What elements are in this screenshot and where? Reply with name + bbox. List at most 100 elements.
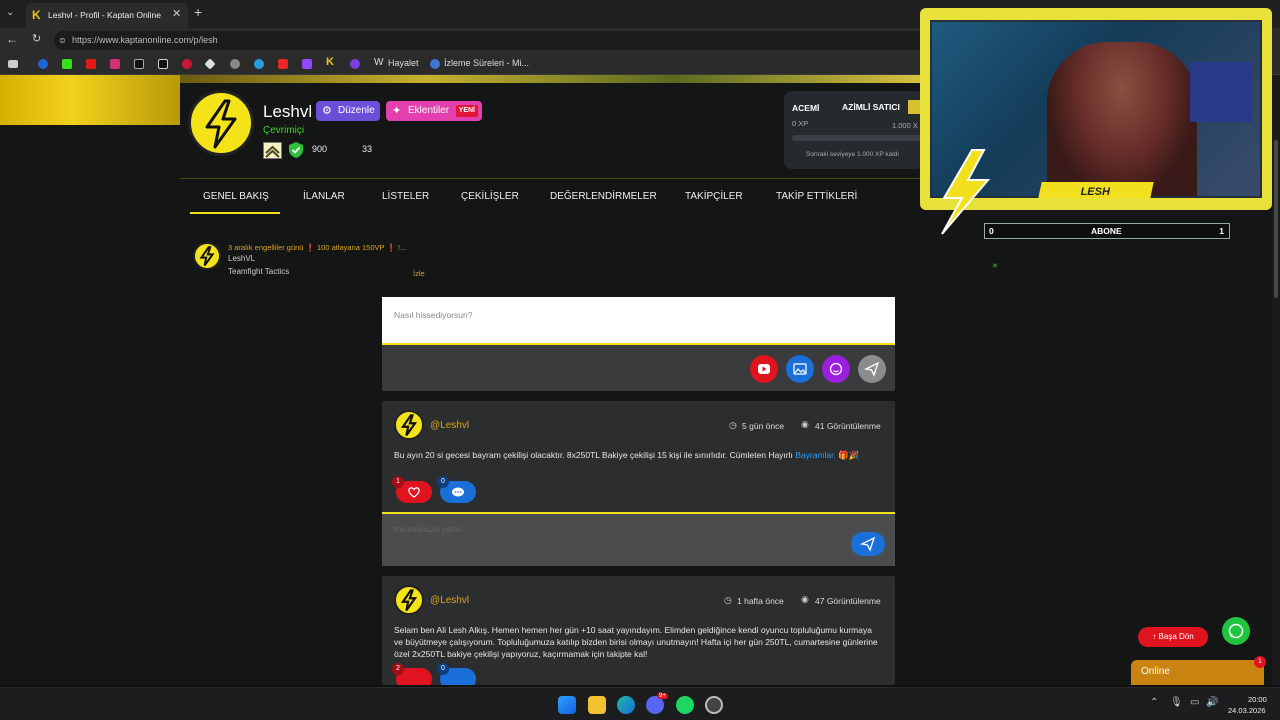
bookmark-stats-icon[interactable] xyxy=(430,59,440,69)
file-explorer-icon[interactable] xyxy=(588,696,606,714)
sub-right: 1 xyxy=(1219,226,1224,236)
composer-input[interactable]: Nasıl hissediyorsun? xyxy=(382,297,895,345)
level-next: AZİMLİ SATICI xyxy=(842,102,900,112)
close-tab-icon[interactable]: ✕ xyxy=(172,7,181,20)
active-tab-underline xyxy=(190,212,280,214)
small-close-icon[interactable]: ✕ xyxy=(992,262,998,270)
cover-strip xyxy=(180,75,920,83)
lightning-icon xyxy=(400,414,418,437)
level-xp: 0 XP xyxy=(792,119,809,128)
whatsapp-button[interactable] xyxy=(1222,617,1250,645)
composer-card: Nasıl hissediyorsun? xyxy=(382,297,895,391)
url-field[interactable]: ⊜ https://www.kaptanonline.com/p/lesh xyxy=(54,31,934,50)
obs-icon[interactable] xyxy=(705,696,723,714)
new-badge: YENİ xyxy=(455,105,478,117)
eagle-poster-icon xyxy=(1190,62,1252,122)
stream-title[interactable]: 3 aralık engelliler günü ❗ 100 atlayana … xyxy=(228,243,406,252)
level-xp-target: 1.000 X xyxy=(892,121,918,130)
bookmark-icon[interactable] xyxy=(8,60,18,68)
bookmark-kick-icon[interactable] xyxy=(62,59,72,69)
spotify-icon[interactable] xyxy=(676,696,694,714)
tab-ilanlar[interactable]: İLANLAR xyxy=(303,191,345,202)
bookmark-youtube-icon[interactable] xyxy=(86,59,96,69)
post-card-2: @Leshvl ◷ 1 hafta önce ◉ 47 Görüntülenme… xyxy=(382,576,895,685)
bookmark-purple-icon[interactable] xyxy=(350,59,360,69)
image-button[interactable] xyxy=(786,355,814,383)
bookmark-kaptan-icon[interactable]: K xyxy=(326,56,336,68)
online-count: 1 xyxy=(1254,656,1266,668)
discord-badge: 9+ xyxy=(657,693,668,699)
clock-time[interactable]: 20:00 xyxy=(1248,695,1267,704)
tab-genel-bakis[interactable]: GENEL BAKIŞ xyxy=(203,191,269,202)
post-author[interactable]: @Leshvl xyxy=(430,420,469,431)
edit-profile-button[interactable]: ⚙ Düzenle xyxy=(316,101,380,121)
browser-tab[interactable]: K Leshvl - Profil - Kaptan Online ✕ xyxy=(26,3,188,28)
bookmark-r-icon[interactable] xyxy=(38,59,48,69)
lightning-icon xyxy=(400,589,418,612)
reload-icon[interactable]: ↻ xyxy=(32,32,41,45)
webcam-name: LESH xyxy=(1080,186,1111,198)
bookmark-steam-icon[interactable] xyxy=(230,59,240,69)
send-comment-button[interactable] xyxy=(851,532,885,556)
webcam-person xyxy=(1047,42,1197,196)
bookmark-twitch-icon[interactable] xyxy=(302,59,312,69)
online-chat-button[interactable]: Online xyxy=(1131,660,1264,685)
level-note: Sonraki seviyeye 1.000 XP kaldı xyxy=(806,151,900,158)
rank-badge-icon xyxy=(908,100,922,114)
network-icon[interactable]: ▭ xyxy=(1190,697,1199,708)
stat-points: 900 xyxy=(312,144,328,154)
bookmark-instagram-icon[interactable] xyxy=(110,59,120,69)
eye-icon: ◉ xyxy=(801,594,809,604)
tab-cekilisler[interactable]: ÇEKİLİŞLER xyxy=(461,191,519,202)
gear-icon: ⚙ xyxy=(322,105,332,117)
clock-date[interactable]: 24.03.2026 xyxy=(1228,706,1266,715)
post-avatar[interactable] xyxy=(394,585,424,615)
bookmark-media-icon[interactable] xyxy=(278,59,288,69)
emoji-button[interactable] xyxy=(822,355,850,383)
back-to-top-button[interactable]: ↑ Başa Dön xyxy=(1138,627,1208,647)
back-arrow-icon[interactable]: ← xyxy=(6,32,18,46)
tab-title: Leshvl - Profil - Kaptan Online xyxy=(48,10,161,20)
bookmark-red-icon[interactable] xyxy=(182,59,192,69)
bookmark-globe-icon[interactable] xyxy=(254,59,264,69)
post-highlight[interactable]: Bayramlar. xyxy=(795,450,836,460)
tab-degerlendirmeler[interactable]: DEĞERLENDİRMELER xyxy=(550,191,657,202)
edge-icon[interactable] xyxy=(617,696,635,714)
speaker-icon[interactable]: 🔊 xyxy=(1206,697,1218,708)
microphone-icon[interactable]: 🎙 xyxy=(1170,697,1183,708)
tab-takipciler[interactable]: TAKİPÇİLER xyxy=(685,191,743,202)
post-body: Bu ayın 20 si gecesi bayram çekilişi ola… xyxy=(394,450,793,460)
post-text: Selam ben Ali Lesh Alkış. Hemen hemen he… xyxy=(394,625,878,659)
smiley-icon xyxy=(829,362,843,376)
new-tab-icon[interactable]: + xyxy=(194,4,202,20)
eye-icon: ◉ xyxy=(801,419,809,429)
kaptan-favicon-icon: K xyxy=(32,8,41,22)
post-author[interactable]: @Leshvl xyxy=(430,595,469,606)
send-post-button[interactable] xyxy=(858,355,886,383)
tab-list-chevron-icon[interactable]: ⌄ xyxy=(6,7,20,21)
bookmark-diamond-icon[interactable] xyxy=(204,58,216,70)
bookmark-x-icon[interactable] xyxy=(158,59,168,69)
watch-link[interactable]: İzle xyxy=(413,269,425,278)
extensions-button[interactable]: ✦ Eklentiler YENİ xyxy=(386,101,482,121)
bookmark-hayalet[interactable]: Hayalet xyxy=(388,58,419,68)
bookmark-wiki-icon[interactable]: W xyxy=(374,57,384,68)
bookmark-tiktok-icon[interactable] xyxy=(134,59,144,69)
youtube-button[interactable] xyxy=(750,355,778,383)
whatsapp-icon xyxy=(1228,623,1244,639)
like-count: 2 xyxy=(392,663,404,675)
chevron-up-icon[interactable]: ⌃ xyxy=(1150,697,1158,708)
like-count: 1 xyxy=(392,476,404,488)
tab-listeler[interactable]: LİSTELER xyxy=(382,191,429,202)
tab-takip-ettikleri[interactable]: TAKİP ETTİKLERİ xyxy=(776,191,857,202)
post-avatar[interactable] xyxy=(394,410,424,440)
site-info-icon[interactable]: ⊜ xyxy=(59,31,66,50)
stream-avatar[interactable] xyxy=(193,242,221,270)
windows-start-icon[interactable] xyxy=(558,696,576,714)
bookmark-izleme[interactable]: İzleme Süreleri - Mi... xyxy=(444,58,529,68)
profile-avatar[interactable] xyxy=(188,90,254,156)
url-text: https://www.kaptanonline.com/p/lesh xyxy=(72,35,218,45)
scrollbar-thumb[interactable] xyxy=(1274,140,1278,298)
clock-icon: ◷ xyxy=(729,420,737,430)
comment-input[interactable]: Yorumunuzu yazın... xyxy=(382,512,895,566)
